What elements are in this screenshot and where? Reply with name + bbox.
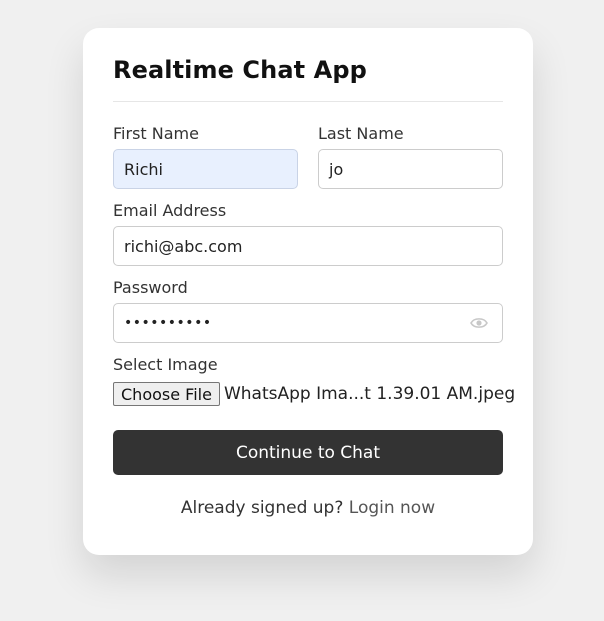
choose-file-button[interactable]: Choose File: [113, 382, 220, 406]
password-field[interactable]: ••••••••••: [113, 303, 503, 343]
email-value: richi@abc.com: [124, 236, 243, 256]
continue-to-chat-button[interactable]: Continue to Chat: [113, 430, 503, 475]
eye-icon[interactable]: [470, 317, 488, 329]
last-name-value: jo: [329, 159, 344, 179]
selected-file-name: WhatsApp Ima...t 1.39.01 AM.jpeg: [223, 384, 516, 404]
password-value: ••••••••••: [124, 315, 212, 331]
password-label: Password: [113, 278, 188, 297]
login-now-link[interactable]: Login now: [349, 498, 435, 518]
first-name-label: First Name: [113, 124, 199, 143]
header-divider: [113, 101, 503, 102]
email-label: Email Address: [113, 201, 227, 220]
first-name-value: Richi: [124, 159, 163, 179]
page-title: Realtime Chat App: [113, 56, 367, 84]
select-image-label: Select Image: [113, 355, 218, 374]
email-field[interactable]: richi@abc.com: [113, 226, 503, 266]
last-name-label: Last Name: [318, 124, 404, 143]
last-name-field[interactable]: jo: [318, 149, 503, 189]
file-input[interactable]: Choose File WhatsApp Ima...t 1.39.01 AM.…: [113, 382, 515, 406]
signup-card: Realtime Chat App First Name Richi Last …: [83, 28, 533, 555]
login-prompt: Already signed up? Login now: [113, 498, 503, 518]
first-name-field[interactable]: Richi: [113, 149, 298, 189]
signup-prompt-text: Already signed up?: [180, 498, 344, 518]
